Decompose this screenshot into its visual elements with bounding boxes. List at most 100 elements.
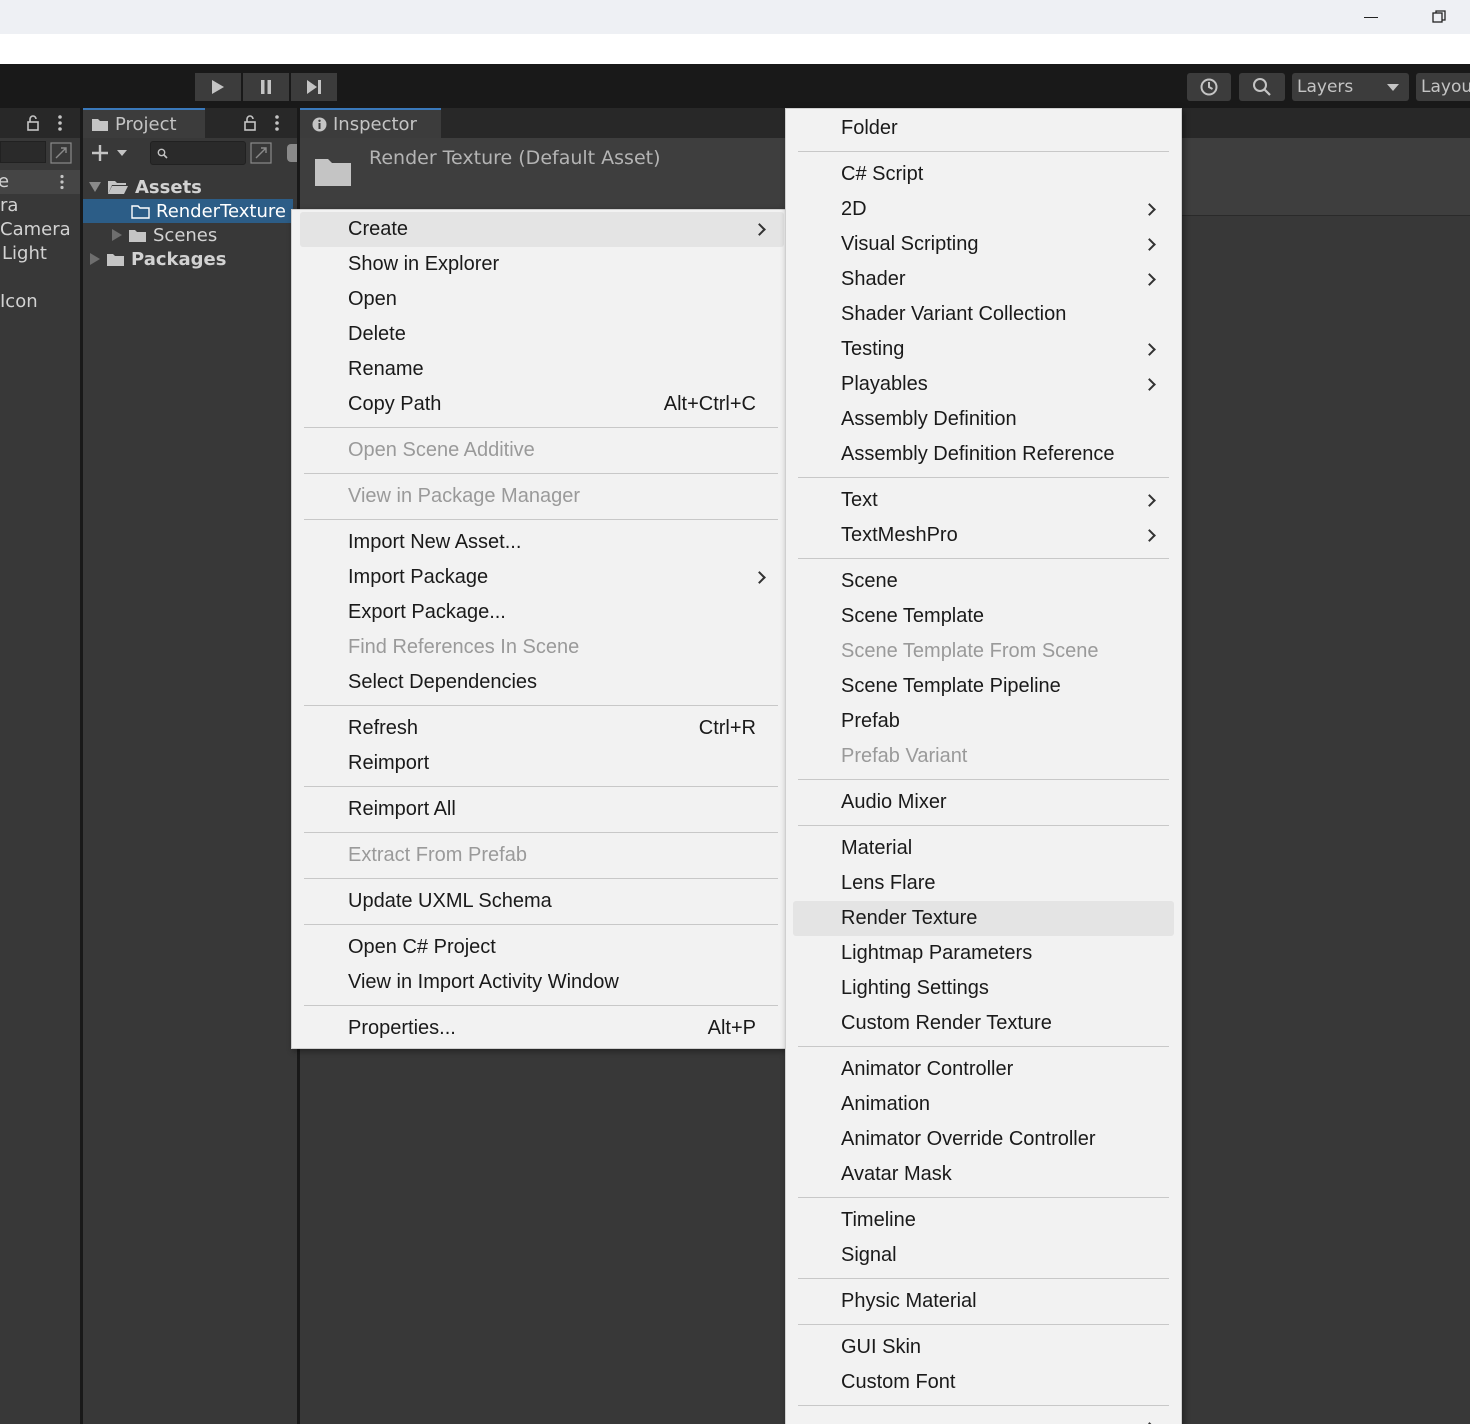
pause-button[interactable] [243, 73, 289, 101]
menu-item-lens-flare[interactable]: Lens Flare [793, 866, 1174, 901]
menu-item-prefab[interactable]: Prefab [793, 704, 1174, 739]
undo-history-button[interactable] [1187, 73, 1231, 101]
search-button[interactable] [1239, 73, 1285, 101]
menu-separator [304, 924, 778, 925]
step-button[interactable] [291, 73, 337, 101]
hierarchy-tabstrip [0, 108, 80, 138]
menu-item-textmeshpro[interactable]: TextMeshPro [793, 518, 1174, 553]
menu-item-text[interactable]: Text [793, 483, 1174, 518]
menu-item-custom-font[interactable]: Custom Font [793, 1365, 1174, 1400]
kebab-menu-icon[interactable] [57, 114, 63, 132]
tree-item-packages[interactable]: Packages [90, 247, 226, 271]
menu-item-scene-template-pipeline[interactable]: Scene Template Pipeline [793, 669, 1174, 704]
menu-item-open-c-project[interactable]: Open C# Project [300, 930, 784, 965]
menu-item-assembly-definition[interactable]: Assembly Definition [793, 402, 1174, 437]
tab-inspector[interactable]: Inspector [300, 108, 441, 138]
tree-item-scenes[interactable]: Scenes [112, 223, 217, 247]
menu-item-animation[interactable]: Animation [793, 1087, 1174, 1122]
tree-label: Packages [131, 248, 227, 270]
expand-icon[interactable] [250, 142, 272, 164]
create-dropdown-button[interactable] [89, 142, 131, 164]
project-tabstrip: Project [83, 108, 297, 138]
menu-item-playables[interactable]: Playables [793, 367, 1174, 402]
menu-item-overflow[interactable] [793, 1411, 1174, 1424]
tab-project-label: Project [115, 113, 177, 135]
menu-item-reimport-all[interactable]: Reimport All [300, 792, 784, 827]
menu-item-testing[interactable]: Testing [793, 332, 1174, 367]
filter-icon[interactable] [287, 144, 297, 162]
menu-item-label: Scene [841, 570, 898, 592]
tree-item-rendertexture[interactable]: RenderTexture [83, 199, 293, 223]
expand-icon[interactable] [50, 142, 72, 164]
menu-item-folder[interactable]: Folder [793, 111, 1174, 146]
menu-item-audio-mixer[interactable]: Audio Mixer [793, 785, 1174, 820]
menu-item-shader[interactable]: Shader [793, 262, 1174, 297]
menu-item-reimport[interactable]: Reimport [300, 746, 784, 781]
menu-item-lighting-settings[interactable]: Lighting Settings [793, 971, 1174, 1006]
menu-item-render-texture[interactable]: Render Texture [793, 901, 1174, 936]
menu-item-delete[interactable]: Delete [300, 317, 784, 352]
kebab-menu-icon[interactable] [59, 174, 65, 190]
menu-item-avatar-mask[interactable]: Avatar Mask [793, 1157, 1174, 1192]
menu-item-animator-override-controller[interactable]: Animator Override Controller [793, 1122, 1174, 1157]
menu-item-import-new-asset[interactable]: Import New Asset... [300, 525, 784, 560]
menu-item-c-script[interactable]: C# Script [793, 157, 1174, 192]
play-button[interactable] [195, 73, 241, 101]
menu-item-signal[interactable]: Signal [793, 1238, 1174, 1273]
pause-icon [261, 80, 271, 94]
menu-item-scene-template-from-scene: Scene Template From Scene [793, 634, 1174, 669]
menu-item-animator-controller[interactable]: Animator Controller [793, 1052, 1174, 1087]
hierarchy-item[interactable]: Light [2, 241, 47, 265]
menu-item-scene-template[interactable]: Scene Template [793, 599, 1174, 634]
plus-icon [92, 145, 108, 161]
menu-item-show-in-explorer[interactable]: Show in Explorer [300, 247, 784, 282]
menu-item-physic-material[interactable]: Physic Material [793, 1284, 1174, 1319]
menu-item-shader-variant-collection[interactable]: Shader Variant Collection [793, 297, 1174, 332]
menu-item-select-dependencies[interactable]: Select Dependencies [300, 665, 784, 700]
menu-item-label: Assembly Definition [841, 408, 1017, 430]
folder-outline-icon [131, 204, 150, 219]
hierarchy-item[interactable]: Camera [0, 217, 71, 241]
layers-dropdown[interactable]: Layers [1292, 73, 1409, 101]
menu-item-assembly-definition-reference[interactable]: Assembly Definition Reference [793, 437, 1174, 472]
menu-item-visual-scripting[interactable]: Visual Scripting [793, 227, 1174, 262]
menu-item-scene[interactable]: Scene [793, 564, 1174, 599]
hierarchy-search-field[interactable] [0, 141, 46, 163]
menu-item-extract-from-prefab: Extract From Prefab [300, 838, 784, 873]
kebab-menu-icon[interactable] [274, 114, 280, 132]
menu-item-import-package[interactable]: Import Package [300, 560, 784, 595]
tab-project[interactable]: Project [83, 108, 205, 138]
tree-item-assets[interactable]: Assets [89, 175, 202, 199]
menu-item-open[interactable]: Open [300, 282, 784, 317]
menu-item-label: Shader [841, 268, 906, 290]
chevron-down-icon [1387, 84, 1399, 91]
menu-separator [798, 779, 1169, 780]
menu-item-create[interactable]: Create [300, 212, 784, 247]
menu-item-custom-render-texture[interactable]: Custom Render Texture [793, 1006, 1174, 1041]
menu-item-label: Update UXML Schema [348, 890, 552, 912]
menu-item-export-package[interactable]: Export Package... [300, 595, 784, 630]
hierarchy-scene-header[interactable]: e [0, 170, 80, 194]
menu-item-2d[interactable]: 2D [793, 192, 1174, 227]
project-search-input[interactable] [150, 141, 246, 165]
menu-item-view-in-import-activity-window[interactable]: View in Import Activity Window [300, 965, 784, 1000]
menu-item-refresh[interactable]: Refresh Ctrl+R [300, 711, 784, 746]
menu-item-label: Extract From Prefab [348, 844, 527, 866]
menu-item-rename[interactable]: Rename [300, 352, 784, 387]
menu-item-material[interactable]: Material [793, 831, 1174, 866]
restore-button[interactable] [1419, 4, 1459, 30]
menu-item-update-uxml-schema[interactable]: Update UXML Schema [300, 884, 784, 919]
lock-icon[interactable] [27, 115, 39, 131]
expand-arrow-icon [90, 253, 100, 265]
menu-item-properties[interactable]: Properties... Alt+P [300, 1011, 784, 1046]
menu-item-gui-skin[interactable]: GUI Skin [793, 1330, 1174, 1365]
menu-item-timeline[interactable]: Timeline [793, 1203, 1174, 1238]
menu-item-label: Shader Variant Collection [841, 303, 1067, 325]
menu-item-copy-path[interactable]: Copy Path Alt+Ctrl+C [300, 387, 784, 422]
hierarchy-item[interactable]: Icon [0, 289, 38, 313]
hierarchy-item[interactable]: ra [0, 193, 18, 217]
layout-dropdown[interactable]: Layou [1416, 73, 1470, 101]
minimize-button[interactable] [1351, 4, 1391, 30]
menu-item-lightmap-parameters[interactable]: Lightmap Parameters [793, 936, 1174, 971]
lock-icon[interactable] [244, 115, 256, 131]
